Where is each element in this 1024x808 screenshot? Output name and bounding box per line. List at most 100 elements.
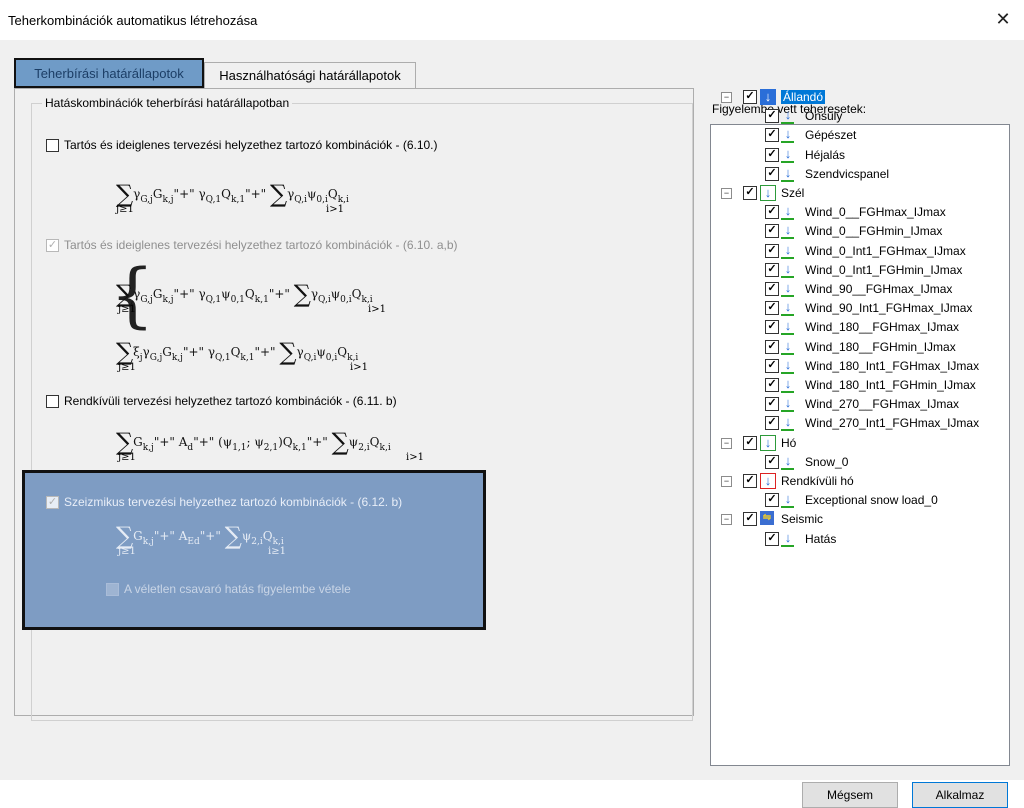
option-6-12b-checkbox[interactable]: ✓ (46, 496, 59, 509)
dialog-body: Teherbírási határállapotok Használhatósá… (0, 40, 1024, 808)
tree-group-checkbox[interactable]: ✓ (743, 186, 757, 200)
tree-item-checkbox[interactable]: ✓ (765, 378, 779, 392)
tree-item[interactable]: Exceptional snow load_0 (805, 491, 938, 509)
tree-item[interactable]: Gépészet (805, 126, 856, 144)
tree-item[interactable]: Wind_0_Int1_FGHmin_IJmax (805, 261, 962, 279)
tree-item-checkbox[interactable]: ✓ (765, 339, 779, 354)
tree-item[interactable]: Wind_0__FGHmax_IJmax (805, 203, 946, 221)
option-6-10ab-checkbox[interactable]: ✓ (46, 239, 59, 252)
tree-item-checkbox[interactable]: ✓ (765, 416, 779, 431)
cancel-button[interactable]: Mégsem (802, 782, 898, 808)
tree-item[interactable]: Wind_90__FGHmax_IJmax (805, 280, 952, 298)
load-arrow-icon: ↓ (784, 241, 792, 257)
tree-item-checkbox[interactable]: ✓ (765, 454, 779, 469)
option-6-10-label: Tartós és ideiglenes tervezési helyzethe… (64, 138, 438, 152)
tree-item-checkbox[interactable]: ✓ (765, 358, 779, 373)
tree-expander[interactable]: − (721, 437, 732, 449)
load-arrow-icon: ↓ (784, 222, 792, 238)
tree-group-checkbox[interactable]: ✓ (743, 435, 757, 450)
tree-group-checkbox[interactable]: ✓ (743, 90, 757, 104)
tree-group-label: Hó (781, 435, 797, 450)
load-arrow-icon: ↓ (784, 260, 792, 276)
tree-expander[interactable]: − (721, 188, 732, 199)
tab-teherbirasi[interactable]: Teherbírási határállapotok (14, 58, 204, 88)
load-arrow-icon: ↓ (784, 395, 792, 411)
seismic-highlight-box (22, 470, 486, 630)
tree-group-label: Seismic (781, 512, 824, 527)
tree-item-checkbox[interactable]: ✓ (765, 128, 779, 143)
tree-item[interactable]: Wind_180_Int1_FGHmin_IJmax (805, 376, 976, 394)
option-6-10ab-label: Tartós és ideiglenes tervezési helyzethe… (64, 238, 458, 252)
formula-6-11b: ∑Gk,j"+" Ad"+" (ψ1,1; ψ2,1)Qk,1"+" ∑ψ2,i… (116, 428, 391, 456)
tree-group-2[interactable]: Hó (781, 434, 796, 452)
tree-group-3[interactable]: Rendkívüli hó (781, 472, 854, 490)
formula-6-10a: ∑γG,jGk,j"+" γQ,1ψ0,1Qk,1"+" ∑γQ,iψ0,iQk… (116, 280, 373, 308)
load-arrow-icon: ↓ (784, 356, 792, 372)
tab-hasznalhatosagi[interactable]: Használhatósági határállapotok (204, 62, 416, 88)
load-arrow-icon: ↓ (784, 337, 792, 353)
tree-item-checkbox[interactable]: ✓ (765, 224, 779, 239)
tree-item[interactable]: Wind_270_Int1_FGHmax_IJmax (805, 414, 979, 432)
load-arrow-icon: ↓ (784, 145, 792, 161)
apply-button[interactable]: Alkalmaz (912, 782, 1008, 808)
accidental-torsion-label: A véletlen csavaró hatás figyelembe véte… (124, 582, 351, 596)
tree-expander[interactable]: − (721, 514, 732, 526)
tree-group-checkbox[interactable]: ✓ (743, 474, 757, 488)
load-group-icon: ↓ (760, 185, 776, 201)
load-group-icon: ⇋ (760, 511, 774, 526)
formula-6-10b: ∑ξjγG,jGk,j"+" γQ,1Qk,1"+" ∑γQ,iψ0,iQk,i (116, 338, 359, 366)
option-6-11b-checkbox[interactable] (46, 395, 59, 408)
tree-group-4[interactable]: Seismic (781, 510, 823, 528)
tree-item[interactable]: Szendvicspanel (805, 165, 889, 183)
tree-expander[interactable]: − (721, 476, 732, 487)
tree-item-checkbox[interactable]: ✓ (765, 205, 779, 220)
load-arrow-icon: ↓ (784, 107, 792, 123)
tree-item[interactable]: Wind_270__FGHmax_IJmax (805, 395, 959, 413)
tree-item[interactable]: Önsúly (805, 107, 842, 125)
tree-item[interactable]: Hatás (805, 530, 836, 548)
tree-item-checkbox[interactable]: ✓ (765, 166, 779, 181)
formula-6-10: ∑γG,jGk,j"+" γQ,1Qk,1"+" ∑γQ,iψ0,iQk,i (116, 180, 349, 208)
tree-group-checkbox[interactable]: ✓ (743, 512, 757, 527)
option-6-12b-label: Szeizmikus tervezési helyzethez tartozó … (64, 495, 403, 509)
formula-6-12b: ∑Gk,j"+" AEd"+" ∑ψ2,iQk,i (116, 522, 284, 550)
load-arrow-icon: ↓ (784, 529, 792, 545)
tree-item[interactable]: Wind_180__FGHmin_IJmax (805, 338, 956, 356)
tree-item-checkbox[interactable]: ✓ (765, 397, 779, 412)
tree-group-1[interactable]: Szél (781, 184, 804, 202)
tree-item-checkbox[interactable]: ✓ (765, 147, 779, 162)
tree-item-checkbox[interactable]: ✓ (765, 262, 779, 277)
tree-expander[interactable]: − (721, 92, 732, 103)
close-icon[interactable]: ✕ (992, 8, 1014, 30)
tree-item-checkbox[interactable]: ✓ (765, 282, 779, 296)
load-arrow-icon: ↓ (784, 164, 792, 180)
group-title: Hatáskombinációk teherbírási határállapo… (42, 96, 293, 110)
tree-item[interactable]: Wind_0__FGHmin_IJmax (805, 222, 942, 240)
tree-group-label: Állandó (781, 90, 826, 104)
option-6-10-checkbox[interactable] (46, 139, 59, 152)
tree-item[interactable]: Héjalás (805, 146, 845, 164)
tree-item[interactable]: Wind_180_Int1_FGHmax_IJmax (805, 357, 979, 375)
tree-item-checkbox[interactable]: ✓ (765, 320, 779, 335)
tree-item[interactable]: Snow_0 (805, 453, 848, 471)
tree-item[interactable]: Wind_180__FGHmax_IJmax (805, 318, 959, 336)
tree-group-0[interactable]: Állandó (781, 88, 826, 106)
tree-item[interactable]: Wind_0_Int1_FGHmax_IJmax (805, 242, 966, 260)
load-arrow-icon: ↓ (784, 126, 792, 142)
tree-group-label: Rendkívüli hó (781, 474, 854, 488)
load-arrow-icon: ↓ (784, 299, 792, 315)
tree-item-checkbox[interactable]: ✓ (765, 531, 779, 546)
load-arrow-icon: ↓ (784, 203, 792, 219)
tree-item-checkbox[interactable]: ✓ (765, 493, 779, 508)
load-arrow-icon: ↓ (784, 491, 792, 507)
load-arrow-icon: ↓ (784, 376, 792, 391)
load-group-icon: ↓ (760, 473, 776, 489)
tree-item-checkbox[interactable]: ✓ (765, 301, 779, 316)
option-6-11b-label: Rendkívüli tervezési helyzethez tartozó … (64, 394, 397, 408)
tree-item-checkbox[interactable]: ✓ (765, 109, 779, 124)
accidental-torsion-checkbox[interactable] (106, 583, 119, 596)
load-arrow-icon: ↓ (784, 414, 792, 430)
tree-item[interactable]: Wind_90_Int1_FGHmax_IJmax (805, 299, 972, 317)
tree-item-checkbox[interactable]: ✓ (765, 243, 779, 258)
load-arrow-icon: ↓ (784, 318, 792, 334)
